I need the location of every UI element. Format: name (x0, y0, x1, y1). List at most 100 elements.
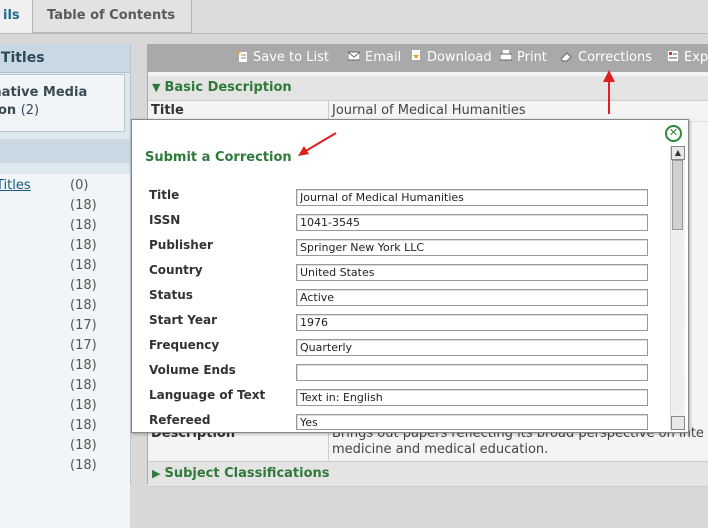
refereed-field[interactable] (296, 414, 648, 430)
export-icon (667, 50, 679, 62)
toolbar: + Save to List Email Download Print Corre… (148, 44, 708, 72)
country-field-label: Country (149, 263, 203, 277)
basic-description-header[interactable]: ▼ Basic Description (148, 76, 708, 101)
envelope-icon (348, 51, 360, 61)
correction-dialog: ✕ Submit a Correction Title ISSN Publish… (131, 119, 689, 433)
list-item[interactable]: (18) (0, 418, 130, 438)
list-count: (17) (70, 338, 97, 353)
publisher-field[interactable] (296, 239, 648, 256)
annotation-arrow-icon (298, 132, 337, 156)
language-field-label: Language of Text (149, 388, 266, 402)
volume-ends-field[interactable] (296, 364, 648, 381)
title-key: Title (151, 103, 184, 118)
export-label: Exp (684, 50, 708, 65)
annotation-arrow-icon (603, 70, 615, 114)
list-item[interactable]: (18) (0, 358, 130, 378)
list-count: (18) (70, 258, 97, 273)
subject-classifications-label: Subject Classifications (164, 466, 330, 481)
list-item[interactable]: (18) (0, 398, 130, 418)
eraser-icon (561, 52, 572, 62)
description-line-2: medicine and medical education. (332, 442, 549, 457)
sidebar-box-subtitle[interactable]: on (2) (0, 103, 39, 118)
close-icon[interactable]: ✕ (665, 125, 682, 142)
sidebar-box-count: (2) (20, 103, 40, 118)
list-item[interactable]: (17) (0, 338, 130, 358)
list-item[interactable]: (18) (0, 438, 130, 458)
list-item[interactable]: (18) (0, 378, 130, 398)
list-count: (18) (70, 398, 97, 413)
sidebar-heading: d Titles (0, 44, 130, 73)
start-year-field-label: Start Year (149, 313, 218, 327)
title-value: Journal of Medical Humanities (332, 103, 526, 118)
start-year-field[interactable] (296, 314, 648, 331)
list-item[interactable]: (17) (0, 318, 130, 338)
row-divider (328, 101, 329, 121)
list-item[interactable]: (18) (0, 458, 130, 478)
save-list-icon: + (236, 50, 247, 62)
download-label: Download (427, 50, 492, 65)
dialog-scrollbar[interactable]: ▲ (670, 146, 685, 430)
status-field[interactable] (296, 289, 648, 306)
corrections-label: Corrections (578, 50, 653, 65)
list-count: (17) (70, 318, 97, 333)
list-count: (18) (70, 458, 97, 473)
tab-table-of-contents[interactable]: Table of Contents (32, 0, 192, 33)
list-count: (18) (70, 278, 97, 293)
sidebar-box: rnative Media on (2) (0, 74, 125, 132)
list-item[interactable]: (18) (0, 198, 130, 218)
save-to-list-button[interactable]: + Save to List (236, 50, 329, 65)
list-count: (18) (70, 438, 97, 453)
sidebar-divider (0, 139, 130, 163)
list-count: (18) (70, 218, 97, 233)
list-item[interactable]: (18) (0, 258, 130, 278)
list-count: (18) (70, 238, 97, 253)
status-field-label: Status (149, 288, 193, 302)
publisher-field-label: Publisher (149, 238, 213, 252)
language-field[interactable] (296, 389, 648, 406)
list-count: (18) (70, 378, 97, 393)
frequency-field[interactable] (296, 339, 648, 356)
sidebar-link-titles[interactable]: Titles (0, 178, 31, 193)
print-button[interactable]: Print (500, 50, 547, 65)
print-label: Print (517, 50, 547, 65)
sidebar: d Titles rnative Media on (2) Titles (0) … (0, 44, 131, 528)
volume-ends-field-label: Volume Ends (149, 363, 236, 377)
list-item[interactable]: Titles (0) (0, 178, 130, 198)
tab-bar: ils Table of Contents (0, 0, 708, 34)
tab-toc-label: Table of Contents (47, 8, 176, 23)
refereed-field-label: Refereed (149, 413, 211, 427)
email-label: Email (365, 50, 402, 65)
list-item[interactable]: (18) (0, 218, 130, 238)
list-count: (18) (70, 358, 97, 373)
list-count: (18) (70, 298, 97, 313)
list-item[interactable]: (18) (0, 238, 130, 258)
country-field[interactable] (296, 264, 648, 281)
frequency-field-label: Frequency (149, 338, 220, 352)
list-count: (18) (70, 198, 97, 213)
list-item[interactable]: l(18) (0, 298, 130, 318)
download-button[interactable]: Download (410, 50, 492, 65)
export-button[interactable]: Exp (667, 50, 708, 65)
download-icon (412, 50, 420, 60)
sidebar-box-subtitle-text: on (0, 103, 17, 118)
title-field-label: Title (149, 188, 180, 202)
save-to-list-label: Save to List (253, 50, 329, 65)
printer-icon (500, 50, 512, 61)
sidebar-list: Titles (0) (18) (18) (18) (18) (18) l(18)… (0, 174, 130, 528)
collapsed-triangle-icon: ▶ (152, 467, 161, 480)
title-field[interactable] (296, 189, 648, 206)
email-button[interactable]: Email (348, 50, 401, 65)
list-item[interactable]: (18) (0, 278, 130, 298)
scroll-track[interactable] (672, 232, 683, 414)
basic-description-label: Basic Description (164, 80, 292, 95)
resize-grip-icon[interactable] (671, 416, 685, 430)
issn-field[interactable] (296, 214, 648, 231)
sidebar-box-title[interactable]: rnative Media (0, 85, 87, 100)
issn-field-label: ISSN (149, 213, 181, 227)
expand-triangle-icon: ▼ (152, 81, 161, 94)
dialog-title: Submit a Correction (145, 150, 292, 165)
scroll-up-arrow-icon[interactable]: ▲ (671, 146, 685, 160)
scroll-thumb[interactable] (672, 160, 683, 230)
corrections-button[interactable]: Corrections (561, 50, 652, 65)
subject-classifications-header[interactable]: ▶ Subject Classifications (148, 461, 708, 487)
